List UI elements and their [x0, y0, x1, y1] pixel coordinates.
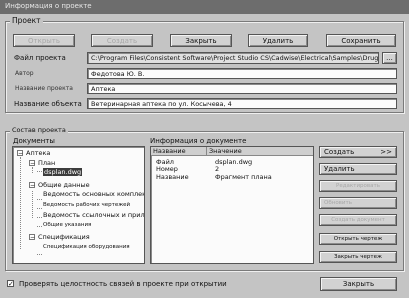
project-legend: Проект: [10, 16, 43, 25]
create-document-button[interactable]: Создать >>: [319, 146, 397, 158]
column-header-name[interactable]: Название: [151, 147, 207, 156]
object-name-field[interactable]: Ветеринарная аптека по ул. Косычева, 4: [87, 98, 397, 109]
create-project-button[interactable]: Создать: [91, 34, 153, 47]
create-document-label: Создать: [324, 148, 355, 156]
composition-legend: Состав проекта: [10, 126, 68, 134]
check-integrity-checkbox[interactable]: ✓: [7, 280, 14, 288]
author-field[interactable]: Федотова Ю. В.: [87, 68, 397, 79]
object-name-label: Название объекта: [14, 100, 82, 108]
checkmark-icon: ✓: [8, 280, 14, 288]
tree-item-general-notes[interactable]: Общие указания: [43, 222, 91, 228]
tree-toggle-icon[interactable]: −: [29, 160, 35, 167]
table-row-value: 2: [215, 165, 220, 173]
save-project-button[interactable]: Сохранить: [326, 34, 396, 47]
table-row-name: Название: [156, 173, 189, 181]
tree-item-apteka[interactable]: Аптека: [26, 149, 50, 157]
tree-item-reference-docs[interactable]: Ведомость ссылочных и прилагаемых: [43, 211, 144, 219]
check-integrity-label: Проверять целостность связей в проекте п…: [19, 280, 227, 288]
author-label: Автор: [15, 70, 34, 77]
project-file-label: Файл проекта: [14, 54, 66, 62]
close-dialog-button[interactable]: Закрыть: [320, 277, 397, 291]
tree-toggle-icon[interactable]: −: [29, 234, 35, 241]
window-title: Информация о проекте: [0, 0, 409, 14]
browse-button[interactable]: ...: [382, 52, 397, 64]
tree-item-dsplan[interactable]: dsplan.dwg: [43, 168, 83, 176]
tree-item-working-drawings[interactable]: Ведомость рабочих чертежей: [43, 202, 130, 208]
create-from-button[interactable]: Создать документ: [319, 214, 397, 226]
tree-item-equipment-spec[interactable]: Спецификация оборудования: [43, 244, 130, 250]
doc-info-label: Информация о документе: [150, 137, 247, 145]
documents-tree[interactable]: − Аптека − План dsplan.dwg − Общие данны…: [12, 146, 145, 264]
project-file-field[interactable]: C:\Program Files\Consistent Software\Pro…: [87, 52, 379, 64]
table-row-value: Фрагмент плана: [215, 173, 272, 181]
table-row-name: Номер: [156, 165, 178, 173]
doc-info-table: Название Значение Файл dsplan.dwg Номер …: [150, 146, 314, 264]
tree-toggle-icon[interactable]: −: [17, 150, 23, 157]
project-name-field[interactable]: Аптека: [87, 83, 397, 94]
delete-project-button[interactable]: Удалить: [248, 34, 308, 47]
table-row-value: dsplan.dwg: [215, 158, 253, 166]
close-drawing-button[interactable]: Закрыть чертеж: [319, 251, 397, 263]
open-drawing-button[interactable]: Открыть чертеж: [319, 233, 397, 245]
edit-document-button[interactable]: Редактировать: [319, 180, 397, 192]
close-project-button[interactable]: Закрыть: [170, 34, 232, 47]
open-project-button[interactable]: Открыть: [13, 34, 75, 47]
documents-label: Документы: [13, 137, 55, 145]
tree-item-plan[interactable]: План: [38, 159, 55, 167]
tree-toggle-icon[interactable]: −: [29, 182, 35, 189]
refresh-document-button[interactable]: Обновить: [319, 197, 397, 209]
tree-item-main-sets[interactable]: Ведомость основных комплектов: [43, 190, 144, 198]
delete-document-button[interactable]: Удалить: [319, 163, 397, 175]
column-header-value[interactable]: Значение: [207, 147, 313, 156]
create-arrow-icon: >>: [380, 148, 392, 156]
tree-item-general-data[interactable]: Общие данные: [38, 181, 90, 189]
project-name-label: Название проекта: [15, 85, 73, 92]
tree-item-specification[interactable]: Спецификация: [38, 233, 90, 241]
